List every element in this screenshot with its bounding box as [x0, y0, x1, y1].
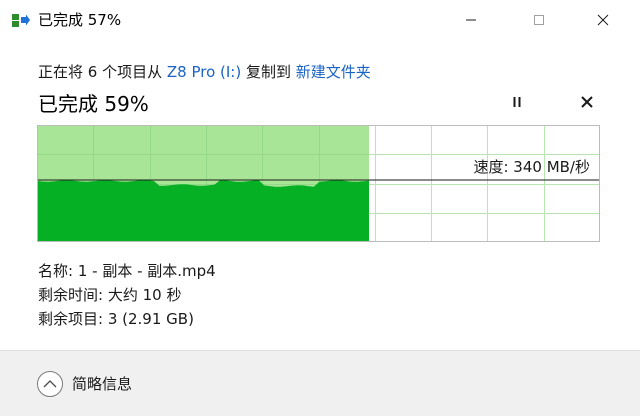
speed-graph: 速度: 340 MB/秒: [37, 125, 600, 242]
source-link[interactable]: Z8 Pro (I:): [167, 63, 241, 81]
fewer-details-button[interactable]: [37, 371, 63, 397]
cancel-button[interactable]: [576, 91, 598, 113]
cancel-icon: [581, 96, 593, 108]
pause-icon: [513, 97, 521, 107]
progress-heading: 已完成 59%: [38, 92, 149, 116]
window-title: 已完成 57%: [38, 11, 122, 29]
file-name: 名称: 1 - 副本 - 副本.mp4: [38, 262, 216, 280]
chevron-up-icon: [43, 380, 57, 388]
speed-area: [38, 180, 369, 241]
close-button[interactable]: [580, 0, 626, 40]
pause-button[interactable]: [506, 91, 528, 113]
time-remaining: 剩余时间: 大约 10 秒: [38, 286, 182, 304]
maximize-icon: [534, 15, 544, 25]
minimize-button[interactable]: [448, 0, 494, 40]
copy-description: 正在将 6 个项目从 Z8 Pro (I:) 复制到 新建文件夹: [38, 61, 371, 82]
destination-link[interactable]: 新建文件夹: [296, 63, 371, 81]
close-icon: [597, 14, 609, 26]
items-remaining: 剩余项目: 3 (2.91 GB): [38, 310, 194, 328]
footer: 简略信息: [0, 350, 640, 416]
minimize-icon: [466, 19, 476, 21]
speed-label: 速度: 340 MB/秒: [473, 158, 590, 176]
title-bar: 已完成 57%: [0, 0, 640, 40]
copy-files-icon: [12, 14, 30, 27]
details-section: 名称: 1 - 副本 - 副本.mp4 剩余时间: 大约 10 秒 剩余项目: …: [38, 259, 216, 331]
maximize-button[interactable]: [516, 0, 562, 40]
copy-middle: 复制到: [241, 63, 296, 81]
fewer-details-label[interactable]: 简略信息: [72, 373, 132, 394]
copy-prefix: 正在将 6 个项目从: [38, 63, 167, 81]
